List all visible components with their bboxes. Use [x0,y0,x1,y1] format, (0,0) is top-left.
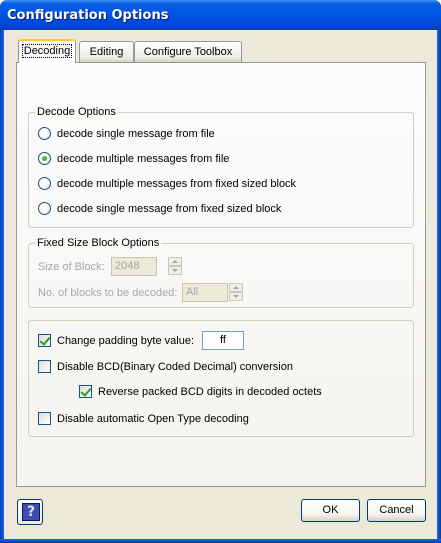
decoding-tab-panel: Decode Options decode single message fro… [16,62,426,487]
tab-editing[interactable]: Editing [79,41,134,62]
checkbox-checked[interactable] [79,385,92,398]
size-of-block-spinner[interactable] [168,257,182,276]
fixed-size-block-legend: Fixed Size Block Options [35,237,162,250]
tab-configure-toolbox[interactable]: Configure Toolbox [134,41,242,62]
checkbox-label: Change padding byte value: [57,334,194,347]
radio-button[interactable] [38,127,51,140]
checkbox-reverse-bcd[interactable]: Reverse packed BCD digits in decoded oct… [79,385,322,398]
tab-configure-toolbox-label: Configure Toolbox [143,46,233,58]
checkbox-checked[interactable] [38,334,51,347]
radio-decode-multiple-from-fixed-block[interactable]: decode multiple messages from fixed size… [38,177,296,190]
ok-button[interactable]: OK [301,499,360,522]
spin-up-arrow-icon[interactable] [229,283,243,292]
size-of-block-label: Size of Block: [38,261,105,273]
radio-label: decode single message from file [57,127,215,140]
padding-byte-field[interactable]: ff [202,331,244,350]
checkbox-label: Reverse packed BCD digits in decoded oct… [98,385,322,398]
help-button[interactable]: ? [17,499,43,525]
checkbox-label: Disable BCD(Binary Coded Decimal) conver… [57,360,293,373]
radio-decode-single-from-file[interactable]: decode single message from file [38,127,215,140]
configuration-options-window: Configuration Options Decoding Editing C… [0,0,441,543]
window-frame-right [437,30,441,543]
blocks-to-decode-value: All [186,286,199,298]
radio-decode-multiple-from-file[interactable]: decode multiple messages from file [38,152,229,165]
checkbox-unchecked[interactable] [38,360,51,373]
spin-up-arrow-icon[interactable] [168,257,182,266]
size-of-block-field[interactable]: 2048 [111,257,157,276]
decode-options-legend: Decode Options [35,106,118,119]
radio-label: decode multiple messages from fixed size… [57,177,297,190]
title-bar[interactable]: Configuration Options [0,0,441,30]
help-question-icon: ? [22,503,40,521]
checkbox-change-padding[interactable]: Change padding byte value: [38,334,194,347]
cancel-button[interactable]: Cancel [367,499,426,522]
checkbox-disable-open-type[interactable]: Disable automatic Open Type decoding [38,412,249,425]
spin-down-arrow-icon[interactable] [168,266,182,275]
radio-label: decode multiple messages from file [57,152,230,165]
tab-editing-label: Editing [89,46,124,58]
radio-button[interactable] [38,202,51,215]
window-frame-bottom [0,539,441,543]
blocks-to-decode-spinner[interactable] [229,283,243,302]
radio-button-selected[interactable] [38,152,51,165]
checkbox-unchecked[interactable] [38,412,51,425]
size-of-block-value: 2048 [115,260,140,272]
dialog-client-area: Decoding Editing Configure Toolbox Decod… [4,30,437,539]
blocks-to-decode-field[interactable]: All [182,283,228,302]
checkbox-disable-bcd[interactable]: Disable BCD(Binary Coded Decimal) conver… [38,360,293,373]
padding-byte-value: ff [220,334,226,346]
tab-decoding[interactable]: Decoding [18,39,76,63]
radio-button[interactable] [38,177,51,190]
window-title: Configuration Options [7,8,169,23]
radio-label: decode single message from fixed sized b… [57,202,282,215]
radio-decode-single-from-fixed-block[interactable]: decode single message from fixed sized b… [38,202,281,215]
blocks-to-decode-label: No. of blocks to be decoded: [38,287,178,299]
tab-decoding-label: Decoding [21,44,73,58]
checkbox-label: Disable automatic Open Type decoding [57,412,249,425]
spin-down-arrow-icon[interactable] [229,292,243,301]
